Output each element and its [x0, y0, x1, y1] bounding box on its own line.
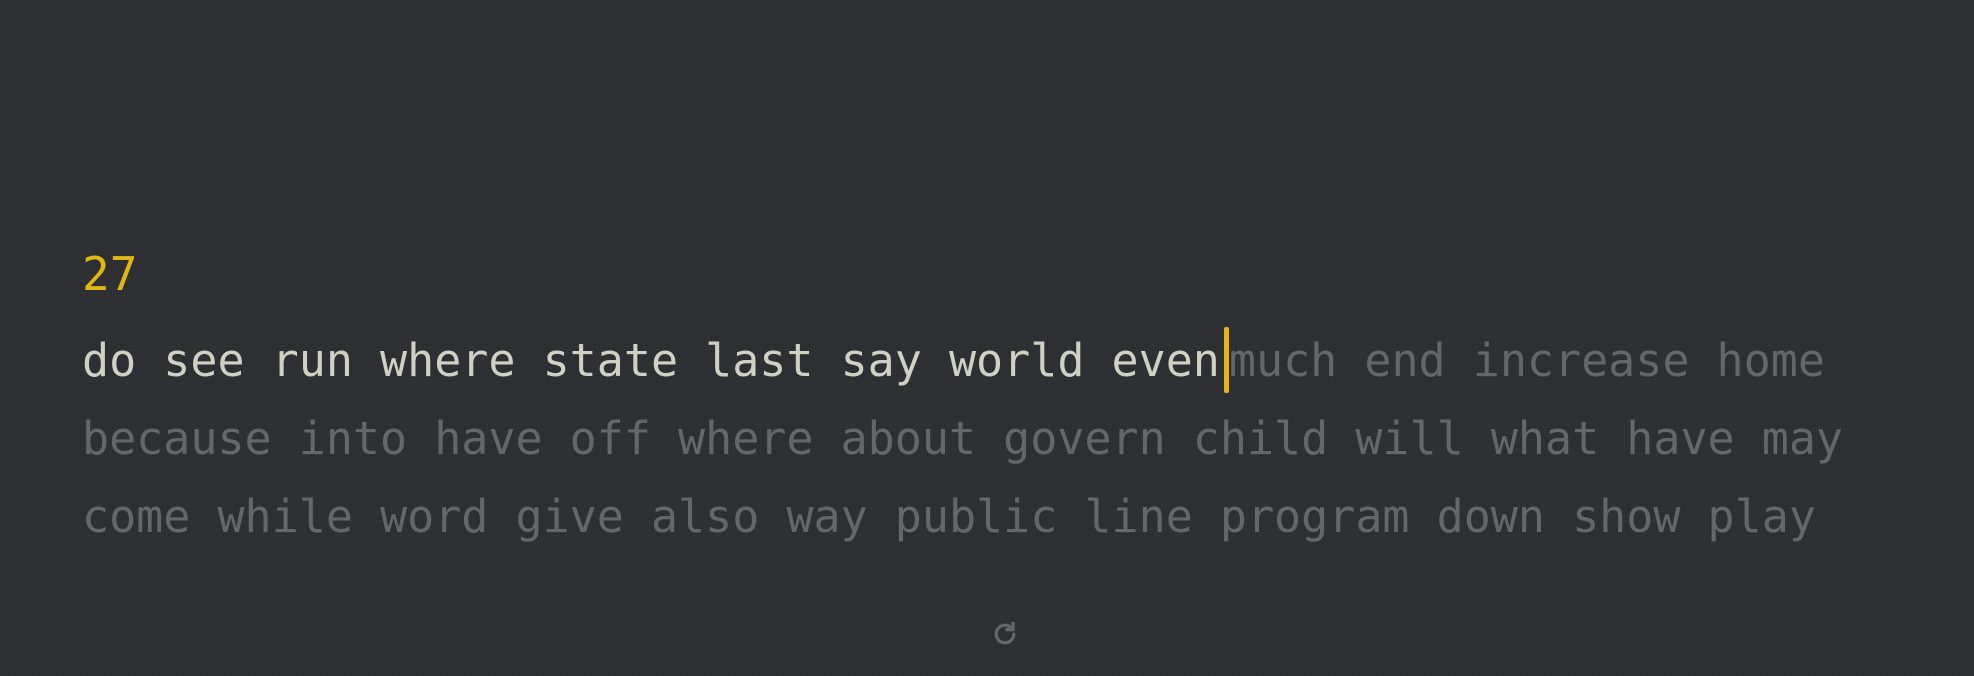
typing-test-area: 27 do see run where state last say world… — [0, 0, 1974, 676]
words-line-2: because into have off where about govern… — [82, 412, 1843, 465]
words-display[interactable]: do see run where state last say world ev… — [82, 322, 1942, 556]
word-counter: 27 — [82, 247, 138, 301]
text-caret — [1223, 327, 1229, 393]
words-line-3: come while word give also way public lin… — [82, 490, 1816, 543]
upcoming-words: much end increase home — [1228, 334, 1825, 387]
restart-icon — [994, 621, 1016, 645]
restart-button[interactable] — [988, 617, 1022, 651]
typed-words: do see run where state last say world ev… — [82, 334, 1220, 387]
words-line-1: do see run where state last say world ev… — [82, 322, 1942, 400]
